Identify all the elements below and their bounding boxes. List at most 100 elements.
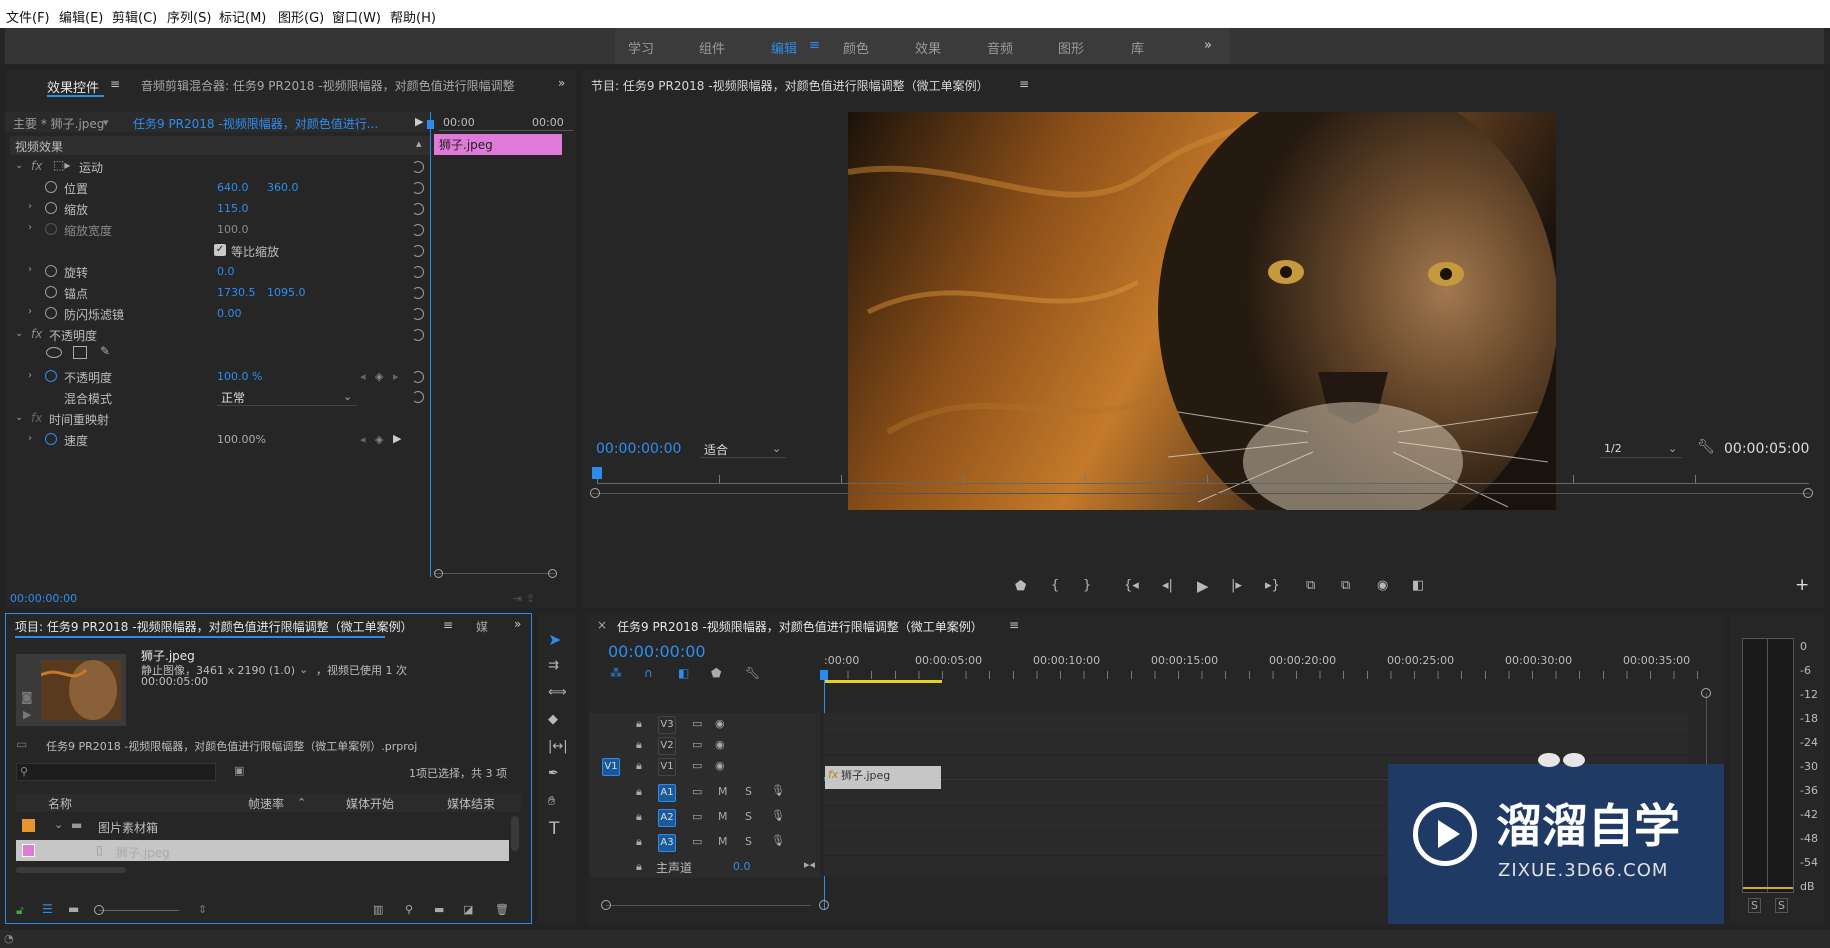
- stopwatch-icon[interactable]: [45, 286, 57, 298]
- blend-mode-select[interactable]: 正常 ⌄: [217, 388, 357, 406]
- list-item-selected[interactable]: ▯ 狮子.jpeg: [16, 840, 509, 861]
- track-target-a1[interactable]: A1: [658, 784, 676, 802]
- fit-select[interactable]: 适合 ⌄: [700, 440, 786, 458]
- new-bin-icon[interactable]: ▬: [434, 903, 444, 916]
- workspace-audio[interactable]: 音频: [987, 38, 1013, 57]
- workspace-menu-icon[interactable]: ≡: [809, 38, 820, 53]
- menu-window[interactable]: 窗口(W): [332, 7, 381, 26]
- rectangle-mask-icon[interactable]: [73, 346, 87, 359]
- zoom-slider[interactable]: [94, 905, 104, 915]
- zoom-handle-right[interactable]: [1803, 488, 1813, 498]
- find-icon[interactable]: ⚲: [405, 903, 413, 916]
- solo-button[interactable]: S: [745, 785, 752, 798]
- menu-marker[interactable]: 标记(M): [219, 7, 266, 26]
- program-video-frame[interactable]: [848, 112, 1556, 510]
- tab-effect-controls[interactable]: 效果控件: [47, 77, 99, 96]
- position-y[interactable]: 360.0: [267, 181, 299, 194]
- overflow-icon[interactable]: »: [514, 617, 521, 631]
- reset-icon[interactable]: [412, 371, 424, 383]
- lock-icon[interactable]: 🔒︎: [636, 835, 642, 849]
- anchor-x[interactable]: 1730.5: [217, 286, 256, 299]
- add-keyframe-icon[interactable]: ◈: [375, 370, 383, 383]
- zoom-handle-left[interactable]: [590, 488, 600, 498]
- quality-select[interactable]: 1/2 ⌄: [1600, 440, 1682, 458]
- ec-timecode[interactable]: 00:00:00:00: [10, 592, 77, 605]
- pen-tool-icon[interactable]: ✒: [548, 766, 559, 781]
- sequence-clip-label[interactable]: 任务9 PR2018 -视频限幅器，对颜色值进行...: [133, 115, 378, 132]
- col-media-start[interactable]: 媒体开始: [346, 795, 394, 812]
- mark-in-icon[interactable]: {: [1051, 578, 1059, 593]
- sync-lock-icon[interactable]: ▭: [692, 810, 702, 823]
- track-target-a2[interactable]: A2: [658, 809, 676, 827]
- reset-icon[interactable]: [412, 266, 424, 278]
- reset-icon[interactable]: [412, 287, 424, 299]
- tab-audio-mixer[interactable]: 音频剪辑混合器: 任务9 PR2018 -视频限幅器，对颜色值进行限幅调整: [141, 77, 541, 94]
- overflow-icon[interactable]: »: [558, 76, 565, 90]
- mic-icon[interactable]: 🎙︎: [771, 784, 785, 797]
- selection-tool-icon[interactable]: ➤: [548, 630, 561, 649]
- play-icon[interactable]: ▶: [1197, 577, 1209, 595]
- ripple-edit-icon[interactable]: ⟺: [548, 685, 567, 700]
- program-timecode[interactable]: 00:00:00:00: [596, 441, 681, 457]
- step-forward-icon[interactable]: |▸: [1231, 578, 1242, 593]
- reset-icon[interactable]: [412, 308, 424, 320]
- media-browser-tab[interactable]: 媒: [476, 618, 488, 635]
- lift-icon[interactable]: ⧉: [1306, 578, 1315, 593]
- opacity-value[interactable]: 100.0 %: [217, 370, 262, 383]
- lock-icon[interactable]: 🔒︎: [636, 860, 642, 874]
- panel-menu-icon[interactable]: ≡: [443, 618, 453, 632]
- list-view-icon[interactable]: ☰: [42, 902, 53, 916]
- lock-icon[interactable]: 🔒︎: [636, 717, 642, 731]
- panel-menu-icon[interactable]: ≡: [1009, 618, 1019, 632]
- export-frame-icon[interactable]: ◉: [1377, 578, 1388, 593]
- lock-icon[interactable]: 🔓︎: [16, 903, 24, 918]
- sort-icon[interactable]: ⌃: [297, 796, 306, 809]
- go-to-out-icon[interactable]: ▸}: [1265, 578, 1280, 593]
- menu-edit[interactable]: 编辑(E): [59, 7, 103, 26]
- new-bin-from-search-icon[interactable]: ▣: [234, 764, 244, 777]
- solo-button[interactable]: S: [745, 810, 752, 823]
- workspace-color[interactable]: 颜色: [843, 38, 869, 57]
- track-target-v2[interactable]: V2: [658, 737, 676, 755]
- stopwatch-active-icon[interactable]: [45, 433, 57, 445]
- menu-sequence[interactable]: 序列(S): [167, 7, 211, 26]
- eye-icon[interactable]: ◉: [715, 759, 725, 772]
- track-select-icon[interactable]: ⇉: [548, 658, 559, 673]
- workspace-libraries[interactable]: 库: [1131, 38, 1144, 57]
- wrench-icon[interactable]: 🔧︎: [745, 666, 760, 680]
- new-item-icon[interactable]: ◪: [463, 903, 473, 916]
- lock-icon[interactable]: 🔒︎: [636, 738, 642, 752]
- col-name[interactable]: 名称: [48, 795, 72, 812]
- add-keyframe-icon[interactable]: ◈: [375, 433, 383, 446]
- track-target-a3[interactable]: A3: [658, 834, 676, 852]
- eye-icon[interactable]: ◉: [715, 717, 725, 730]
- add-button-icon[interactable]: +: [1795, 575, 1809, 595]
- razor-icon[interactable]: ◆: [548, 712, 558, 727]
- col-framerate[interactable]: 帧速率: [248, 795, 284, 812]
- stopwatch-icon[interactable]: [45, 265, 57, 277]
- timeline-clip[interactable]: fx 狮子.jpeg: [825, 766, 941, 789]
- speed-value[interactable]: 100.00%: [217, 433, 266, 446]
- stopwatch-icon[interactable]: [45, 307, 57, 319]
- master-clip-label[interactable]: 主要 * 狮子.jpeg: [13, 115, 104, 132]
- stopwatch-icon[interactable]: [45, 181, 57, 193]
- stopwatch-active-icon[interactable]: [45, 370, 57, 382]
- panel-menu-icon[interactable]: ≡: [1019, 77, 1029, 91]
- lock-icon[interactable]: 🔒︎: [636, 785, 642, 799]
- workspace-graphics[interactable]: 图形: [1058, 38, 1084, 57]
- workspace-effects[interactable]: 效果: [915, 38, 941, 57]
- add-marker-icon[interactable]: ◧: [678, 666, 689, 680]
- play-icon[interactable]: ▶: [23, 708, 31, 721]
- chevron-down-icon[interactable]: ⌄: [54, 818, 63, 831]
- mute-button[interactable]: M: [718, 785, 728, 798]
- workspace-assembly[interactable]: 组件: [699, 38, 725, 57]
- mic-icon[interactable]: 🎙︎: [771, 809, 785, 822]
- hand-tool-icon[interactable]: ✋︎: [548, 794, 555, 809]
- slip-tool-icon[interactable]: |↔|: [548, 739, 568, 754]
- linked-selection-icon[interactable]: ∩: [644, 666, 653, 680]
- playhead-line[interactable]: [430, 112, 431, 577]
- sort-icons-icon[interactable]: ⇕: [198, 903, 207, 916]
- flicker-value[interactable]: 0.00: [217, 307, 242, 320]
- workspace-editing[interactable]: 编辑: [771, 38, 797, 57]
- reset-icon[interactable]: [412, 391, 424, 403]
